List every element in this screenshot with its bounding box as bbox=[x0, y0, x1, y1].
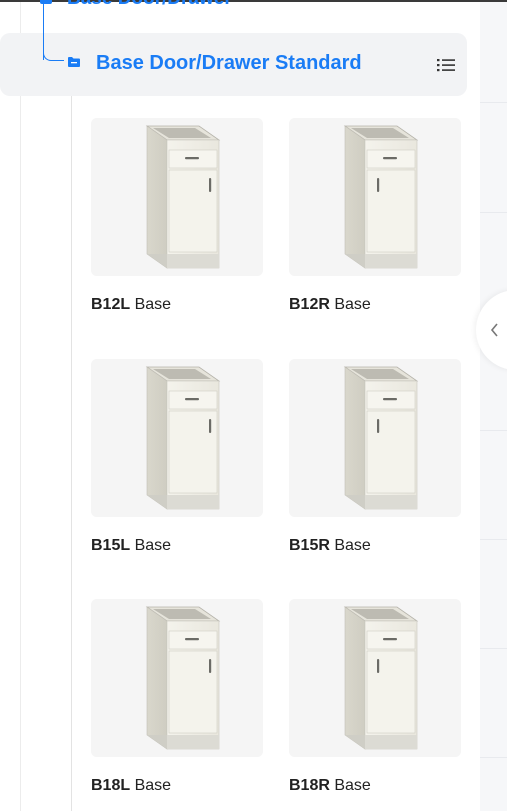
panel-divider bbox=[480, 212, 507, 213]
tree-node-label: Base Door/Drawer bbox=[67, 0, 232, 10]
list-view-button[interactable] bbox=[433, 53, 459, 77]
cabinet-type: Base bbox=[329, 296, 371, 313]
cabinet-code: B15R bbox=[289, 537, 330, 554]
cabinet-image[interactable] bbox=[91, 118, 263, 276]
cabinet-name: B18L Base bbox=[91, 777, 263, 795]
cabinet-image[interactable] bbox=[91, 599, 263, 757]
cabinet-type: Base bbox=[329, 777, 371, 794]
cabinet-name: B18R Base bbox=[289, 777, 461, 795]
cabinet-thumbnail bbox=[91, 118, 263, 276]
cabinet-type: Base bbox=[130, 296, 172, 313]
cabinet-type: Base bbox=[329, 537, 371, 554]
cabinet-image[interactable] bbox=[289, 118, 461, 276]
cabinet-image[interactable] bbox=[289, 599, 461, 757]
cabinet-card[interactable]: B12R Base bbox=[289, 118, 461, 314]
cabinet-name: B12R Base bbox=[289, 296, 461, 314]
cabinet-code: B12L bbox=[91, 296, 131, 313]
cabinet-card[interactable]: B12L Base bbox=[91, 118, 263, 314]
panel-divider bbox=[480, 430, 507, 431]
cabinet-card[interactable]: B18L Base bbox=[91, 599, 263, 795]
cabinet-card[interactable]: B18R Base bbox=[289, 599, 461, 795]
tree-node-base-door-drawer[interactable]: Base Door/Drawer bbox=[40, 0, 232, 10]
cabinet-code: B15L bbox=[91, 537, 131, 554]
tree-connector-curve bbox=[43, 50, 64, 61]
panel-divider bbox=[480, 539, 507, 540]
right-panel bbox=[480, 2, 507, 811]
tree-node-label: Base Door/Drawer Standard bbox=[96, 52, 362, 74]
panel-divider bbox=[480, 102, 507, 103]
cabinet-code: B18L bbox=[91, 777, 131, 794]
cabinet-image[interactable] bbox=[289, 359, 461, 517]
cabinet-name: B12L Base bbox=[91, 296, 263, 314]
panel-divider bbox=[480, 757, 507, 758]
tree-guide-line bbox=[20, 2, 21, 811]
cabinet-card[interactable]: B15R Base bbox=[289, 359, 461, 555]
cabinet-thumbnail bbox=[289, 359, 461, 517]
cabinet-name: B15L Base bbox=[91, 537, 263, 555]
cabinet-thumbnail bbox=[91, 359, 263, 517]
folder-icon bbox=[40, 0, 52, 4]
cabinet-thumbnail bbox=[289, 599, 461, 757]
tree-children-line bbox=[71, 96, 72, 811]
cabinet-code: B12R bbox=[289, 296, 330, 313]
panel-divider bbox=[480, 648, 507, 649]
cabinet-thumbnail bbox=[289, 118, 461, 276]
cabinet-image[interactable] bbox=[91, 359, 263, 517]
cabinet-name: B15R Base bbox=[289, 537, 461, 555]
list-view-icon bbox=[437, 59, 455, 72]
folder-icon bbox=[68, 57, 80, 67]
cabinet-type: Base bbox=[130, 777, 172, 794]
chevron-left-icon bbox=[490, 323, 498, 337]
cabinet-type: Base bbox=[130, 537, 172, 554]
cabinet-card[interactable]: B15L Base bbox=[91, 359, 263, 555]
cabinet-thumbnail bbox=[91, 599, 263, 757]
cabinet-code: B18R bbox=[289, 777, 330, 794]
